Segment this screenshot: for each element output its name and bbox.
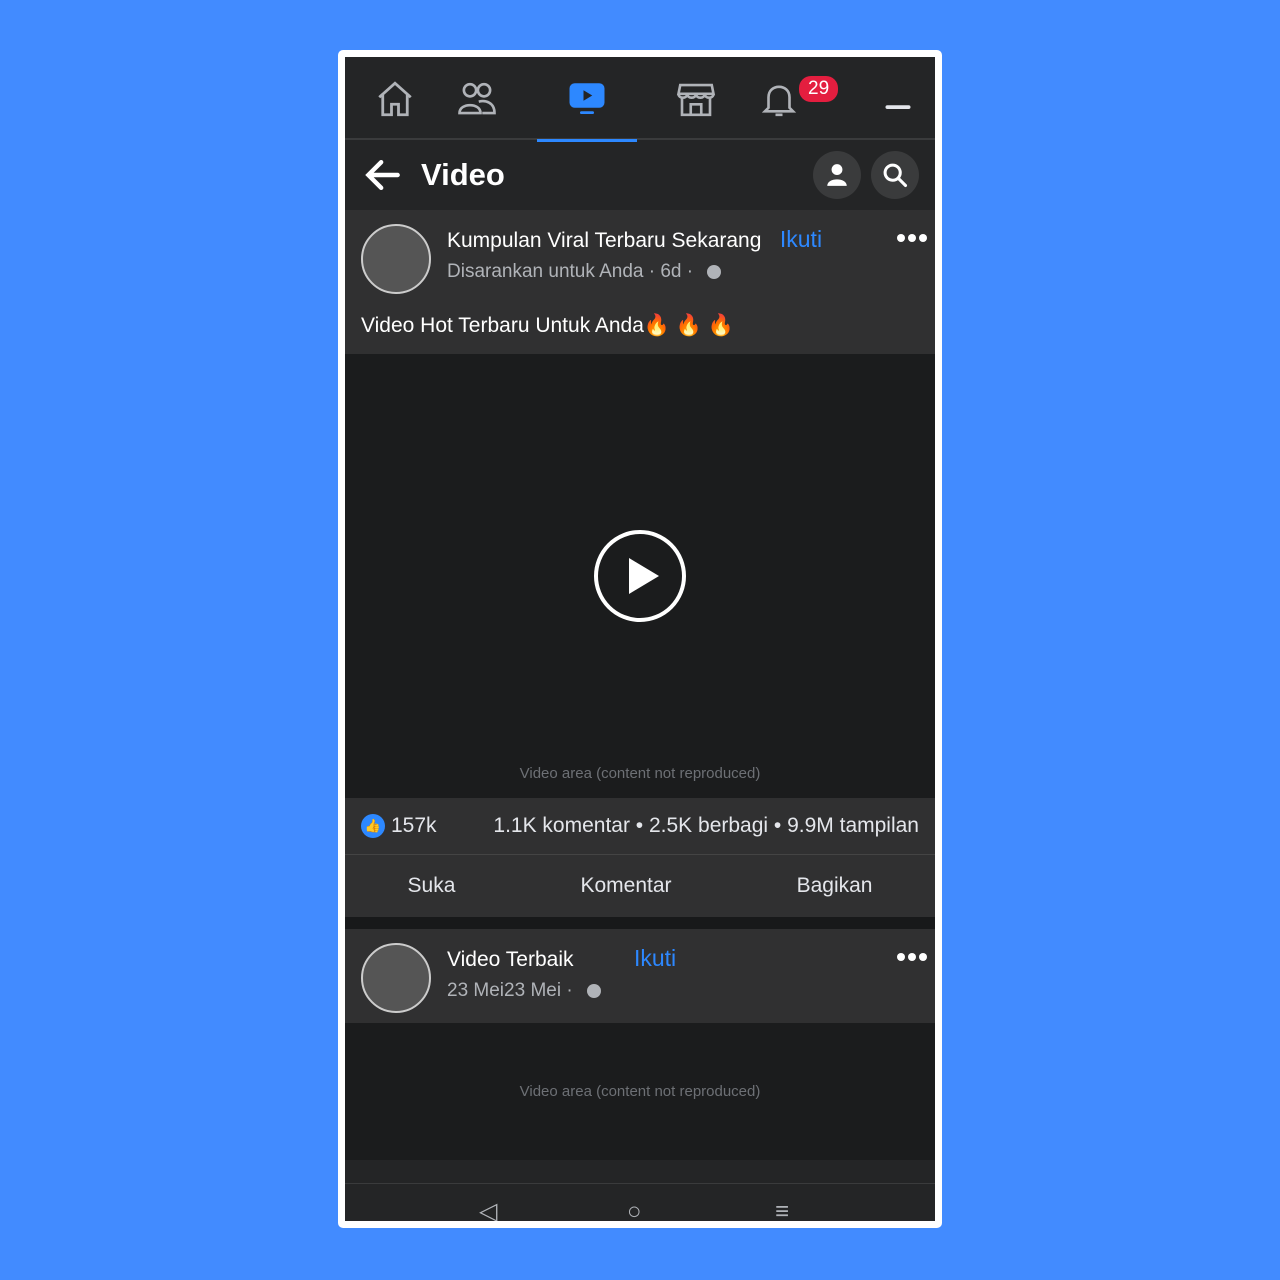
post-actions: Suka Komentar Bagikan	[345, 855, 935, 917]
post-stats: 👍 157k 1.1K komentar • 2.5K berbagi • 9.…	[345, 798, 935, 855]
post-header: Kumpulan Viral Terbaru Sekarang Ikuti Di…	[345, 210, 935, 304]
bell-icon	[761, 84, 797, 116]
like-count[interactable]: 157k	[391, 814, 437, 838]
play-button-icon[interactable]	[594, 530, 686, 622]
app-screen: 29 Video Kumpulan Viral Terbaru Sekarang	[345, 57, 935, 1221]
video-player[interactable]: Video area (content not reproduced)	[345, 354, 935, 798]
follow-button[interactable]: Ikuti	[634, 945, 676, 971]
more-options-button[interactable]	[897, 234, 927, 242]
phone-frame: 29 Video Kumpulan Viral Terbaru Sekarang	[338, 50, 942, 1228]
menu-icon	[885, 104, 911, 109]
post-caption: Video Hot Terbaru Untuk Anda🔥 🔥 🔥	[361, 314, 735, 337]
page-title: Video	[421, 157, 505, 192]
dot-icon	[908, 953, 916, 961]
post-header: Video Terbaik Ikuti 23 Mei23 Mei ·	[345, 929, 935, 1023]
video-player[interactable]: Video area (content not reproduced)	[345, 1023, 935, 1160]
person-icon	[827, 164, 847, 186]
home-icon	[378, 80, 412, 116]
feed-divider	[345, 917, 935, 929]
post-subtitle: 23 Mei23 Mei ·	[447, 980, 676, 1002]
marketplace-icon	[676, 83, 716, 116]
comment-button[interactable]: Komentar	[580, 874, 671, 898]
dot-icon	[919, 953, 927, 961]
nav-friends[interactable]	[427, 57, 527, 140]
notification-badge: 29	[799, 76, 839, 102]
profile-button[interactable]	[813, 151, 861, 199]
system-nav-bar: ◁ ○ ≡	[345, 1183, 935, 1221]
friends-icon	[458, 82, 496, 114]
stats-summary[interactable]: 1.1K komentar • 2.5K berbagi • 9.9M tamp…	[493, 814, 919, 838]
follow-button[interactable]: Ikuti	[780, 226, 822, 252]
dot-icon	[897, 953, 905, 961]
avatar[interactable]	[361, 943, 431, 1013]
nav-notifications[interactable]: 29	[729, 57, 839, 140]
nav-menu[interactable]	[848, 57, 935, 140]
page-name[interactable]: Video Terbaik	[447, 948, 573, 971]
post-subtitle-text: Disarankan untuk Anda · 6d ·	[447, 261, 694, 282]
recents-nav-icon[interactable]: ≡	[775, 1200, 789, 1222]
post-meta: Kumpulan Viral Terbaru Sekarang Ikuti Di…	[447, 226, 822, 294]
page-name[interactable]: Kumpulan Viral Terbaru Sekarang	[447, 229, 761, 252]
post-meta: Video Terbaik Ikuti 23 Mei23 Mei ·	[447, 945, 676, 1013]
share-button[interactable]: Bagikan	[797, 874, 873, 898]
dot-icon	[908, 234, 916, 242]
nav-watch[interactable]	[537, 57, 637, 142]
search-icon	[883, 163, 908, 188]
back-arrow-icon[interactable]	[361, 153, 405, 197]
avatar[interactable]	[361, 224, 431, 294]
dot-icon	[919, 234, 927, 242]
home-nav-icon[interactable]: ○	[627, 1200, 642, 1222]
globe-icon	[707, 265, 722, 279]
page-header: Video	[345, 140, 935, 210]
more-options-button[interactable]	[897, 953, 927, 961]
post-subtitle-text: 23 Mei23 Mei ·	[447, 980, 573, 1001]
video-placeholder-note: Video area (content not reproduced)	[519, 765, 761, 782]
post-subtitle: Disarankan untuk Anda · 6d ·	[447, 261, 822, 283]
search-button[interactable]	[871, 151, 919, 199]
watch-icon	[569, 82, 605, 114]
globe-icon	[586, 984, 601, 998]
post-card: Video Terbaik Ikuti 23 Mei23 Mei · Video…	[345, 929, 935, 1160]
dot-icon	[897, 234, 905, 242]
like-button[interactable]: Suka	[408, 874, 456, 898]
back-nav-icon[interactable]: ◁	[479, 1200, 497, 1222]
top-nav: 29	[345, 57, 935, 142]
like-reaction-icon: 👍	[361, 814, 385, 838]
post-card: Kumpulan Viral Terbaru Sekarang Ikuti Di…	[345, 210, 935, 917]
